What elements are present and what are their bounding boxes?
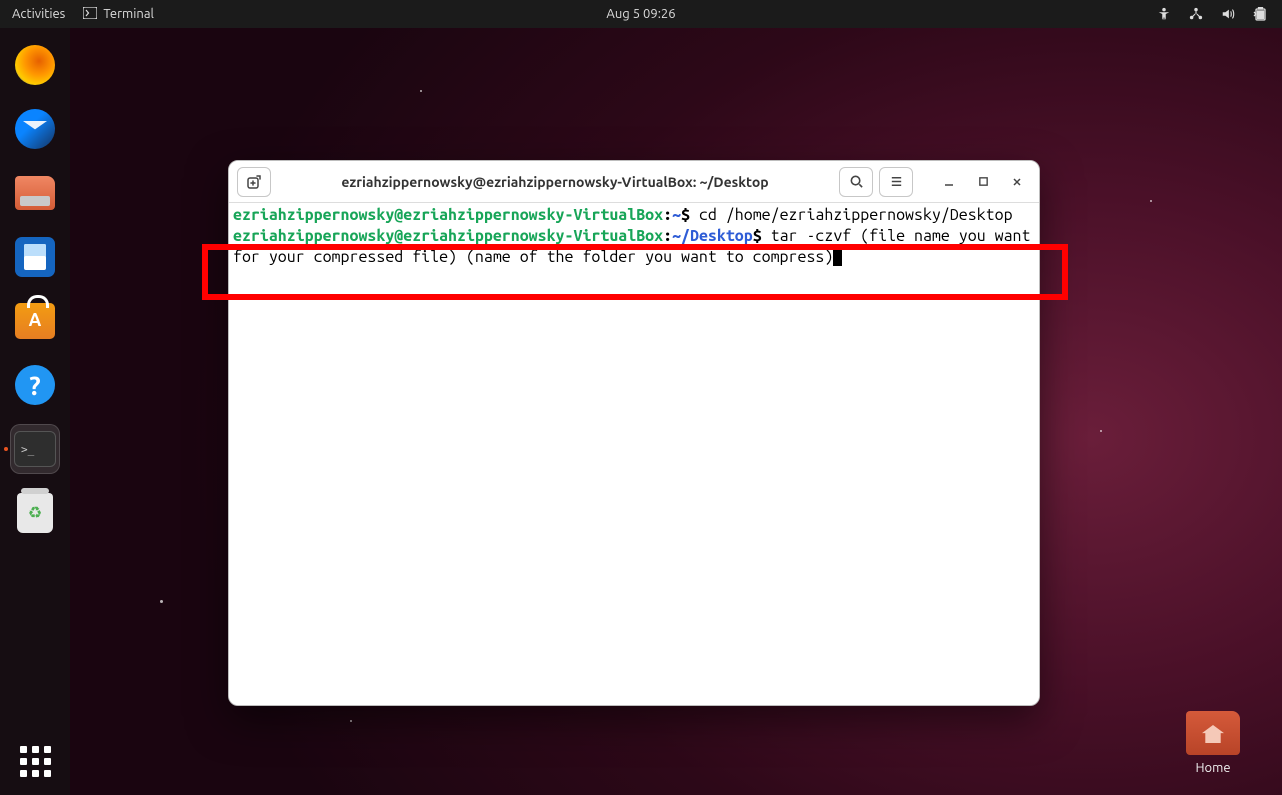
prompt-path: ~/Desktop	[672, 227, 753, 245]
show-applications-button[interactable]	[20, 746, 51, 777]
desktop-home-folder[interactable]: Home	[1178, 711, 1248, 775]
terminal-indicator-icon	[83, 7, 97, 22]
top-bar: Activities Terminal Aug 5 09:26	[0, 0, 1282, 28]
trash-app[interactable]	[10, 488, 60, 538]
window-title: ezriahzippernowsky@ezriahzippernowsky-Vi…	[277, 174, 833, 190]
help-icon: ?	[15, 365, 55, 405]
text-cursor	[833, 249, 842, 266]
app-menu-label: Terminal	[103, 7, 154, 21]
writer-icon	[15, 237, 55, 277]
prompt-path: ~	[672, 206, 681, 224]
close-button[interactable]	[1003, 168, 1031, 196]
software-icon	[15, 303, 55, 339]
accessibility-icon[interactable]	[1156, 6, 1172, 22]
search-button[interactable]	[839, 167, 873, 197]
terminal-app[interactable]: >_	[10, 424, 60, 474]
terminal-body[interactable]: ezriahzippernowsky@ezriahzippernowsky-Vi…	[229, 203, 1039, 705]
desktop-home-label: Home	[1178, 761, 1248, 775]
firefox-icon	[15, 45, 55, 85]
new-tab-button[interactable]	[237, 167, 271, 197]
thunderbird-app[interactable]	[10, 104, 60, 154]
thunderbird-icon	[15, 109, 55, 149]
command-1: cd /home/ezriahzippernowsky/Desktop	[699, 206, 1013, 224]
volume-icon[interactable]	[1220, 6, 1236, 22]
firefox-app[interactable]	[10, 40, 60, 90]
prompt-userhost: ezriahzippernowsky@ezriahzippernowsky-Vi…	[233, 227, 663, 245]
terminal-icon: >_	[14, 431, 56, 467]
writer-app[interactable]	[10, 232, 60, 282]
activities-button[interactable]: Activities	[12, 7, 65, 21]
network-icon[interactable]	[1188, 6, 1204, 22]
files-app[interactable]	[10, 168, 60, 218]
terminal-window: ezriahzippernowsky@ezriahzippernowsky-Vi…	[228, 160, 1040, 706]
maximize-button[interactable]	[969, 168, 997, 196]
prompt-userhost: ezriahzippernowsky@ezriahzippernowsky-Vi…	[233, 206, 663, 224]
help-app[interactable]: ?	[10, 360, 60, 410]
menu-button[interactable]	[879, 167, 913, 197]
software-app[interactable]	[10, 296, 60, 346]
titlebar[interactable]: ezriahzippernowsky@ezriahzippernowsky-Vi…	[229, 161, 1039, 203]
clock[interactable]: Aug 5 09:26	[606, 7, 675, 21]
minimize-button[interactable]	[935, 168, 963, 196]
app-menu[interactable]: Terminal	[83, 7, 154, 22]
files-icon	[15, 176, 55, 210]
trash-icon	[17, 493, 53, 533]
dock: ? >_	[0, 28, 70, 795]
battery-icon[interactable]	[1252, 6, 1268, 22]
home-folder-icon	[1186, 711, 1240, 755]
